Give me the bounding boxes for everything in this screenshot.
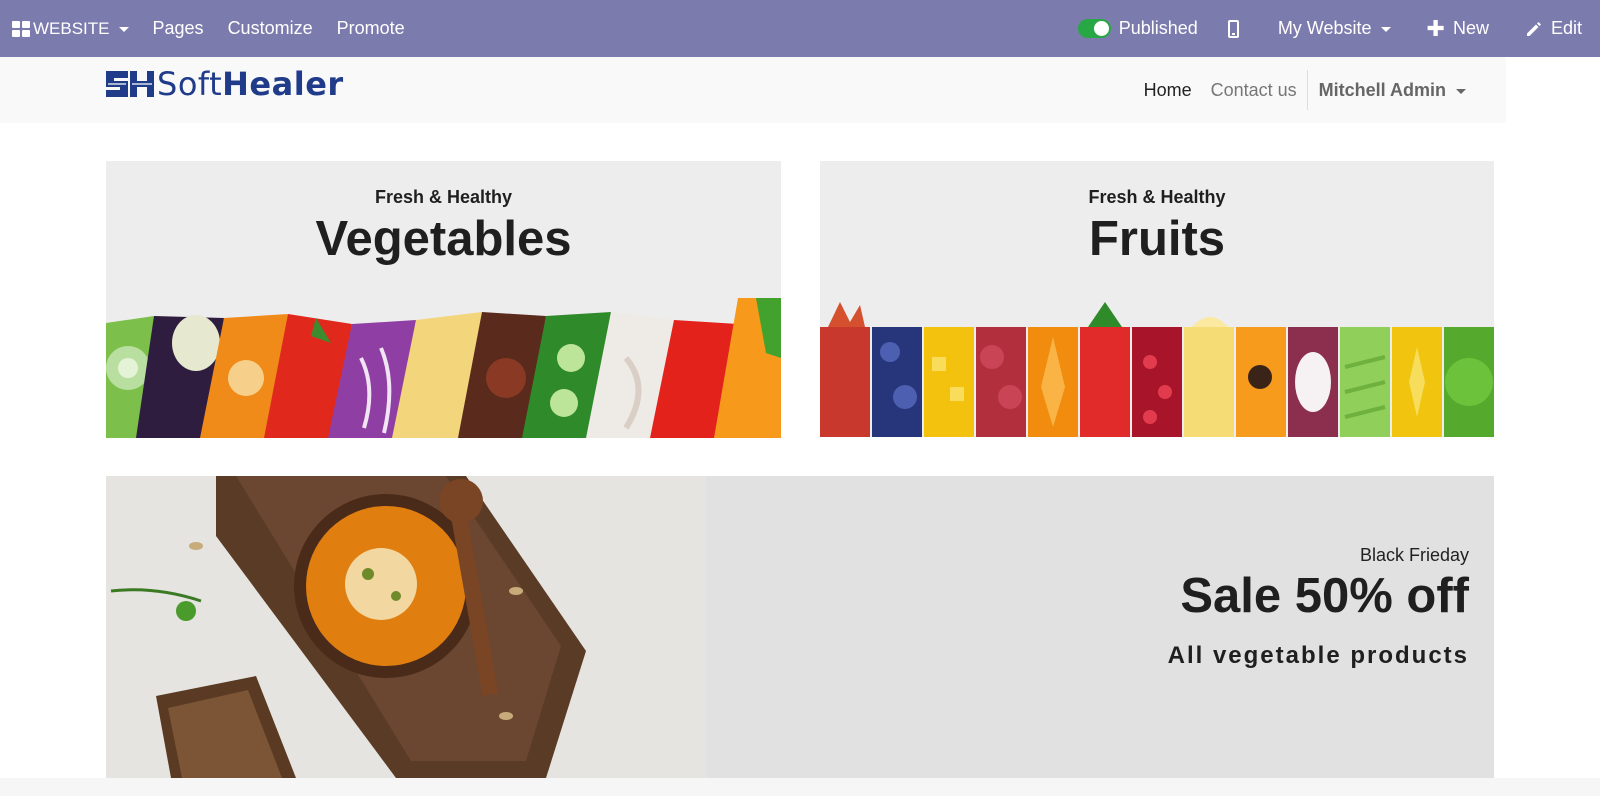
mobile-preview-button[interactable]: [1227, 0, 1278, 57]
customize-menu[interactable]: Customize: [216, 0, 325, 57]
vegetables-image: [106, 298, 781, 438]
logo-text: SoftHealer: [157, 65, 344, 103]
vegetables-subtitle: Fresh & Healthy: [374, 187, 513, 207]
chevron-down-icon: [1380, 27, 1391, 32]
user-menu[interactable]: Mitchell Admin: [1319, 80, 1466, 101]
sale-subtitle: Black Frieday: [1359, 545, 1469, 565]
site-nav: Home Contact us Mitchell Admin: [1144, 70, 1466, 110]
fruits-title: Fruits: [1088, 212, 1226, 266]
vegetables-title: Vegetables: [315, 212, 572, 266]
nav-contact-us[interactable]: Contact us: [1211, 70, 1308, 110]
website-selector-label: My Website: [1277, 18, 1372, 38]
fruits-subtitle: Fresh & Healthy: [1088, 187, 1226, 207]
chevron-down-icon: [1456, 88, 1466, 94]
promote-menu[interactable]: Promote: [325, 0, 417, 57]
nav-home[interactable]: Home: [1144, 80, 1192, 101]
pages-menu[interactable]: Pages: [141, 0, 216, 57]
user-name: Mitchell Admin: [1318, 79, 1446, 100]
published-label: Published: [1118, 18, 1198, 38]
page-bottom-band: [0, 778, 1600, 796]
toggle-on-icon: [1077, 19, 1111, 38]
new-label: New: [1452, 18, 1489, 38]
apps-grid-icon: [12, 20, 30, 37]
edit-button[interactable]: Edit: [1525, 0, 1582, 57]
sale-banner[interactable]: Black Frieday Sale 50% off All vegetable…: [106, 476, 1494, 778]
sale-title: Sale 50% off: [1180, 569, 1469, 623]
soup-bowl-image: [106, 476, 706, 778]
website-app-label: WEBSITE: [33, 18, 110, 38]
sale-description: All vegetable products: [1167, 642, 1469, 669]
website-app-menu[interactable]: WEBSITE: [0, 0, 141, 57]
new-button[interactable]: ✚ New: [1427, 0, 1489, 57]
chevron-down-icon: [118, 27, 129, 32]
pencil-icon: [1526, 21, 1541, 36]
site-logo[interactable]: SoftHealer: [106, 67, 344, 101]
edit-label: Edit: [1550, 18, 1582, 38]
vegetables-banner[interactable]: Fresh & Healthy Vegetables: [106, 161, 781, 438]
fruits-image: [820, 302, 1494, 437]
mobile-phone-icon: [1227, 19, 1239, 38]
publish-toggle[interactable]: Published: [1077, 0, 1228, 57]
admin-top-bar: WEBSITE Pages Customize Promote Publishe…: [0, 0, 1600, 57]
softhealer-logo-mark: [106, 71, 154, 97]
site-header: SoftHealer Home Contact us Mitchell Admi…: [0, 57, 1600, 123]
plus-icon: ✚: [1426, 15, 1445, 41]
website-selector[interactable]: My Website: [1278, 0, 1391, 57]
fruits-banner[interactable]: Fresh & Healthy Fruits: [820, 161, 1494, 437]
